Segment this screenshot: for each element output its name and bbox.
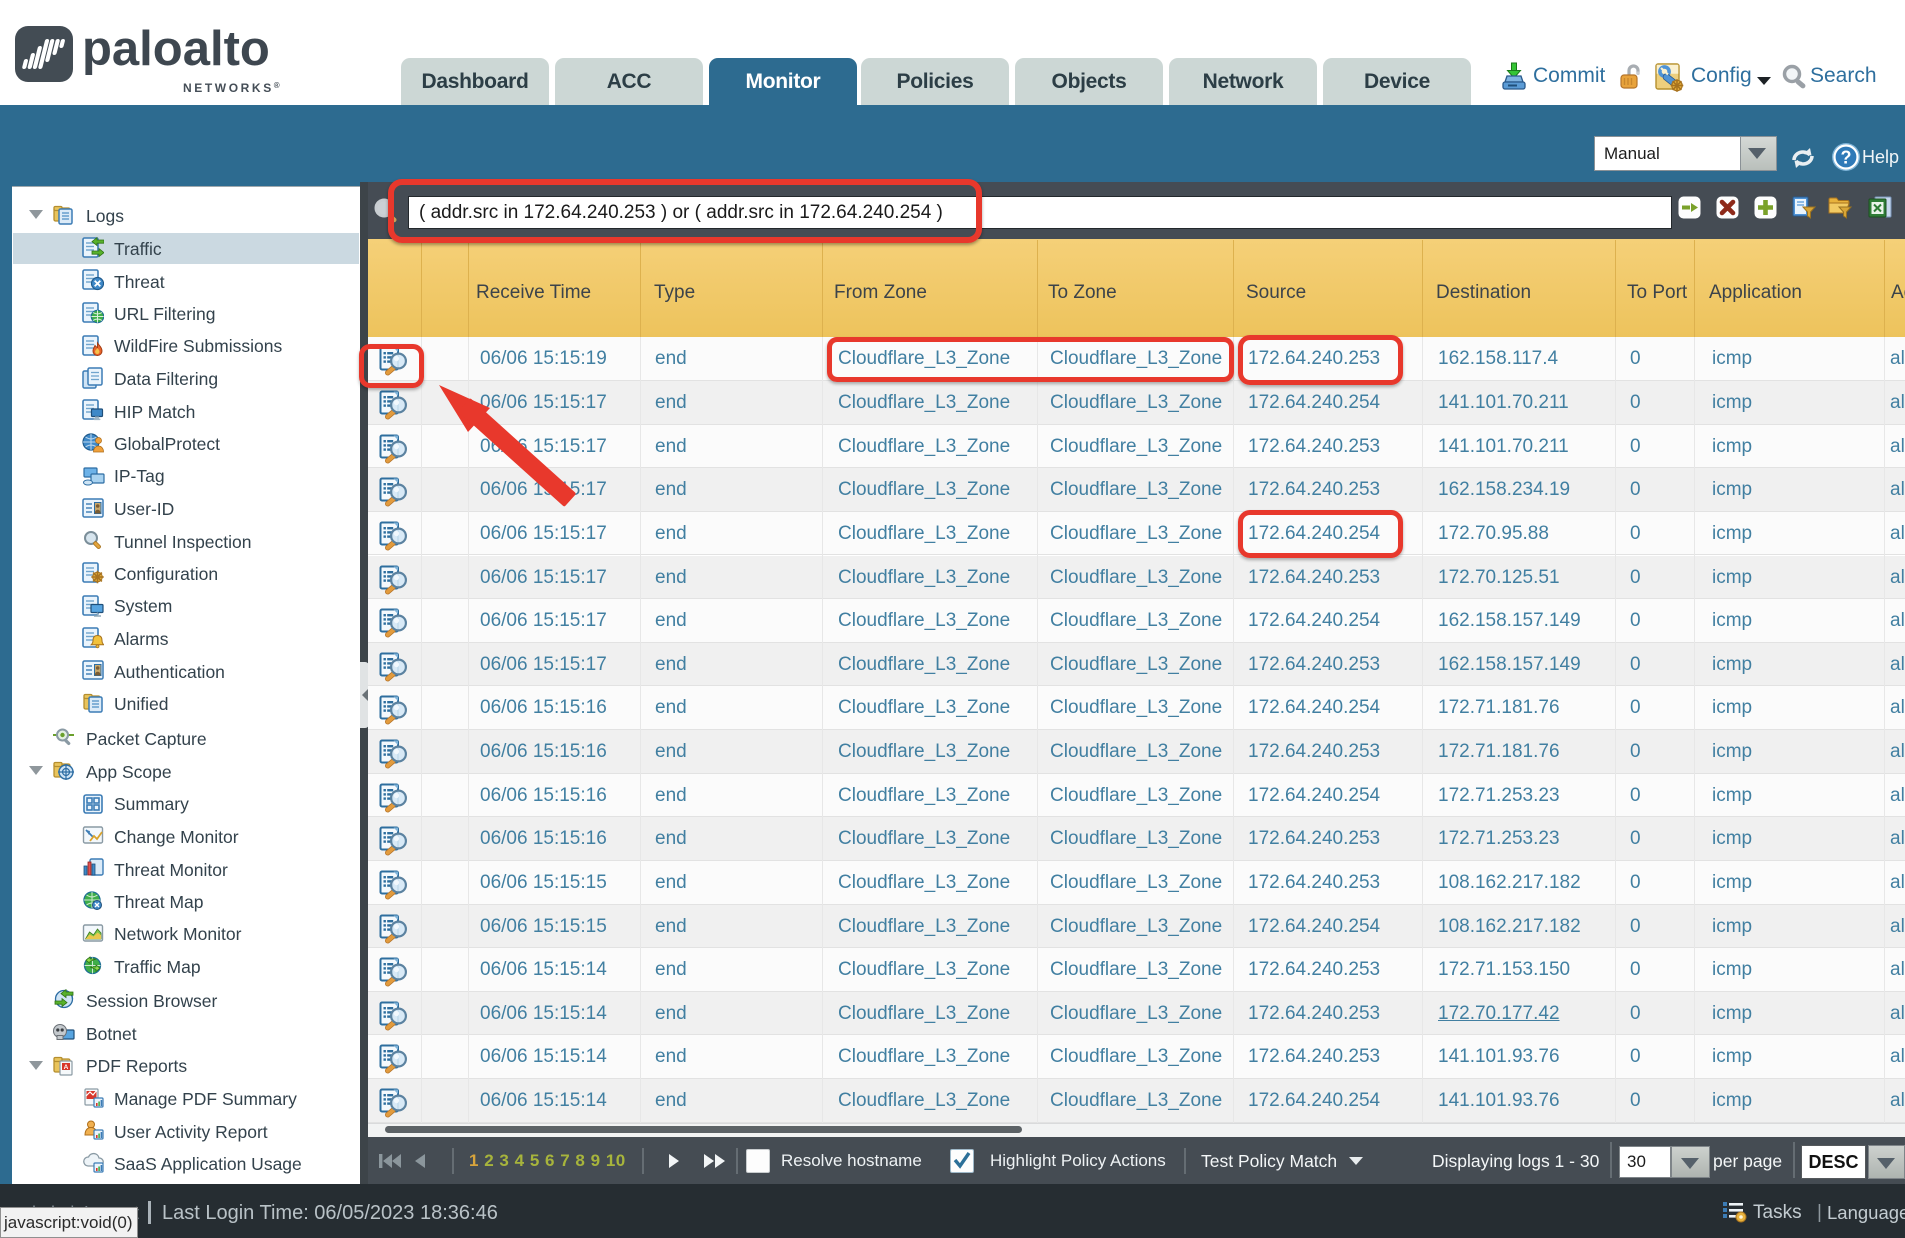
svg-text:?: ? <box>1841 148 1852 168</box>
svg-text:A: A <box>64 1064 69 1071</box>
